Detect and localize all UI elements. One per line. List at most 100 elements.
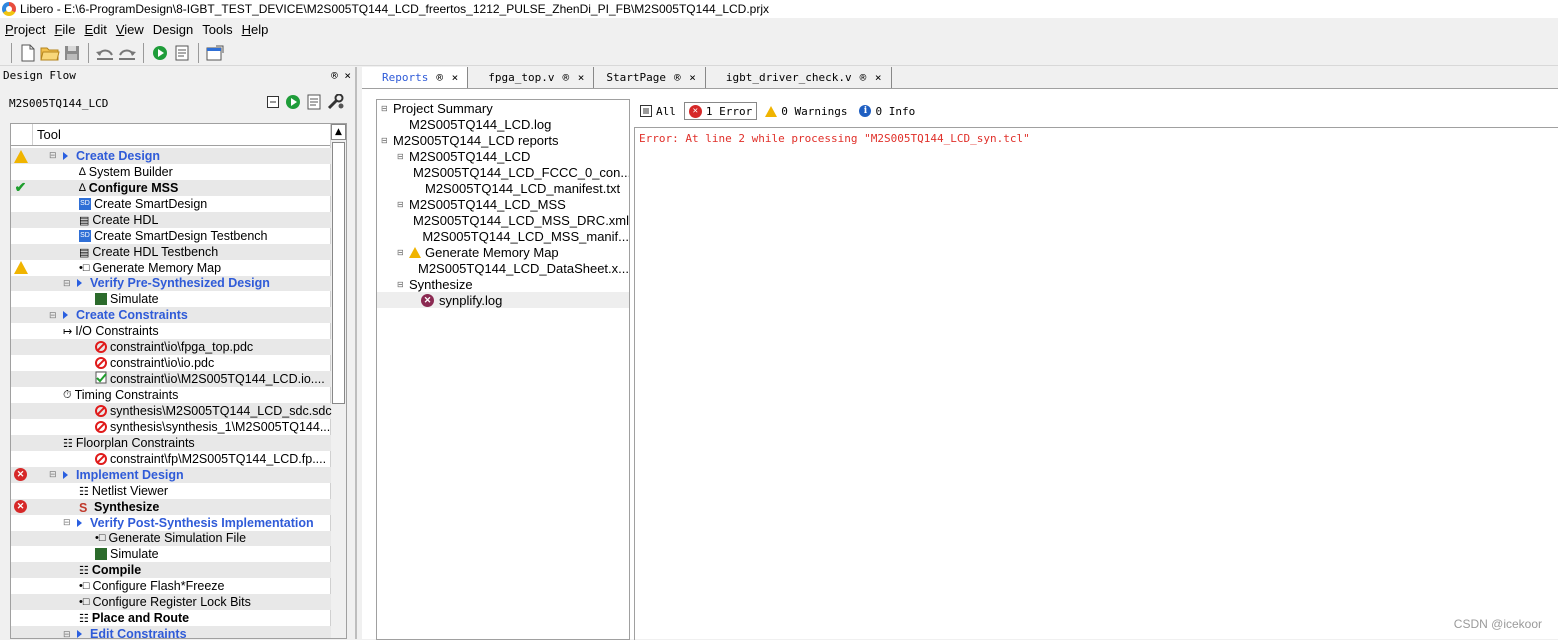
menu-file[interactable]: File	[49, 22, 79, 37]
expand-toggle-icon[interactable]: ⊟	[63, 278, 73, 289]
tool-row[interactable]: ⊟ Edit Constraints	[11, 626, 331, 638]
menu-project[interactable]: Project	[0, 22, 49, 37]
status-cell	[13, 308, 28, 322]
tool-row[interactable]: SD Create SmartDesign Testbench	[11, 228, 331, 244]
tool-row[interactable]: synthesis\synthesis_1\M2S005TQ144...	[11, 419, 331, 435]
tool-row[interactable]: ☷ Floorplan Constraints	[11, 434, 331, 451]
status-cell	[13, 595, 28, 609]
tool-row[interactable]: synthesis\M2S005TQ144_LCD_sdc.sdc	[11, 403, 332, 419]
expand-toggle-icon[interactable]: ⊟	[49, 310, 59, 321]
report-tree-node[interactable]: M2S005TQ144_LCD_FCCC_0_con...	[377, 164, 629, 180]
scroll-thumb[interactable]	[332, 142, 345, 404]
scroll-up-icon[interactable]: ▲	[331, 124, 346, 140]
menu-tools[interactable]: Tools	[197, 22, 236, 37]
tool-row[interactable]: constraint\io\M2S005TQ144_LCD.io....	[11, 371, 331, 388]
tool-row[interactable]: •□ Configure Flash*Freeze	[11, 578, 331, 594]
expand-toggle-icon[interactable]: ⊟	[49, 469, 59, 480]
detach-window-icon[interactable]	[204, 42, 226, 64]
report-icon[interactable]	[307, 94, 321, 113]
panel-window-controls[interactable]: ® ×	[331, 69, 351, 82]
report-tree-node[interactable]: ⊟ Synthesize	[377, 276, 629, 292]
new-file-icon[interactable]	[17, 42, 39, 64]
run-flow-icon[interactable]	[285, 94, 301, 113]
tool-row[interactable]: •□ Generate Memory Map	[11, 260, 331, 276]
report-tree-node[interactable]: ⊟ M2S005TQ144_LCD	[377, 148, 629, 164]
report-tree-node[interactable]: ⊟ M2S005TQ144_LCD_MSS	[377, 196, 629, 212]
tab-startpage[interactable]: StartPage ® ×	[594, 67, 706, 88]
report-node-label: Synthesize	[409, 276, 473, 292]
collapse-icon[interactable]: ⊟	[397, 200, 409, 209]
report-tree-node[interactable]: M2S005TQ144_LCD_DataSheet.x...	[377, 260, 629, 276]
tool-row[interactable]: ⊟ Create Constraints	[11, 307, 331, 324]
tab-igbt-driver-check[interactable]: igbt_driver_check.v ® ×	[706, 67, 892, 88]
menu-view[interactable]: View	[111, 22, 148, 37]
menu-edit[interactable]: Edit	[79, 22, 110, 37]
tool-row[interactable]: ⊟ Verify Pre-Synthesized Design	[11, 275, 331, 292]
report-icon[interactable]	[171, 42, 193, 64]
collapse-icon[interactable]: ⊟	[397, 248, 409, 257]
tool-row[interactable]: ⊟ Verify Post-Synthesis Implementation	[11, 515, 331, 531]
report-tree-node[interactable]: ⊟ M2S005TQ144_LCD reports	[377, 132, 629, 148]
tool-row[interactable]: •□ Generate Simulation File	[11, 530, 331, 547]
report-tree-node[interactable]: ⊟ Generate Memory Map	[377, 244, 629, 260]
tool-icon: ∆	[79, 181, 86, 194]
tool-tree-scrollbar[interactable]: ▲	[330, 124, 346, 638]
menu-design[interactable]: Design	[148, 22, 197, 37]
info-icon: i	[859, 105, 872, 117]
save-icon[interactable]	[61, 42, 83, 64]
tool-row[interactable]: constraint\io\fpga_top.pdc	[11, 339, 331, 356]
collapse-icon[interactable]: ⊟	[397, 280, 409, 289]
report-tree-node[interactable]: M2S005TQ144_LCD.log	[377, 116, 629, 132]
tool-row[interactable]: •□ Configure Register Lock Bits	[11, 594, 331, 611]
collapse-icon[interactable]: ⊟	[397, 152, 409, 161]
tool-row[interactable]: SD Create SmartDesign	[11, 196, 331, 212]
filter-error[interactable]: ✕ 1 Error	[683, 102, 758, 120]
tool-row[interactable]: ☷ Place and Route	[11, 610, 331, 626]
tool-row[interactable]: ☷ Compile	[11, 562, 331, 579]
expand-toggle-icon[interactable]: ⊟	[63, 629, 73, 638]
tool-row[interactable]: ✕ ⊟ Implement Design	[11, 466, 331, 483]
tool-row[interactable]: Simulate	[11, 291, 331, 307]
tool-row[interactable]: ▤ Create HDL	[11, 211, 331, 228]
undo-icon[interactable]	[94, 42, 116, 64]
tool-row[interactable]: ⊟ Create Design	[11, 148, 331, 164]
tool-row[interactable]: ☷ Netlist Viewer	[11, 483, 331, 499]
wrench-settings-icon[interactable]	[327, 93, 345, 113]
collapse-icon[interactable]: ⊟	[381, 136, 393, 145]
tool-icon: ↦	[63, 326, 73, 339]
filter-info[interactable]: i 0 Info	[855, 102, 919, 120]
collapse-icon[interactable]: ⊟	[381, 104, 393, 113]
collapse-icon[interactable]	[267, 95, 279, 111]
report-tree-node[interactable]: ✕ synplify.log	[377, 292, 629, 308]
report-tree-node[interactable]: ⊟ Project Summary	[377, 100, 629, 116]
tool-icon: ▤	[79, 214, 90, 227]
tab-reports[interactable]: Reports ® ×	[362, 67, 469, 88]
expand-toggle-icon[interactable]: ⊟	[63, 517, 73, 528]
redo-icon[interactable]	[116, 42, 138, 64]
tool-label: Create Constraints	[76, 308, 188, 323]
tool-row[interactable]: constraint\fp\M2S005TQ144_LCD.fp....	[11, 451, 331, 467]
tool-row[interactable]: ✕ S Synthesize	[11, 498, 331, 515]
run-icon[interactable]	[149, 42, 171, 64]
filter-warnings[interactable]: 0 Warnings	[761, 102, 851, 120]
report-tree-node[interactable]: M2S005TQ144_LCD_MSS_manif...	[377, 228, 629, 244]
error-message[interactable]: Error: At line 2 while processing "M2S00…	[639, 132, 1030, 145]
tool-label: Verify Post-Synthesis Implementation	[90, 515, 314, 530]
tool-row[interactable]: ⏱ Timing Constraints	[11, 387, 331, 403]
tool-row[interactable]: ▤ Create HDL Testbench	[11, 243, 331, 260]
triangle-icon	[63, 470, 68, 479]
tool-row[interactable]: ↦ I/O Constraints	[11, 323, 331, 339]
menu-help[interactable]: Help	[237, 22, 273, 37]
status-cell	[13, 292, 28, 306]
tool-row[interactable]: constraint\io\io.pdc	[11, 355, 331, 371]
report-tree-node[interactable]: M2S005TQ144_LCD_manifest.txt	[377, 180, 629, 196]
tool-row[interactable]: Simulate	[11, 546, 331, 562]
expand-toggle-icon[interactable]: ⊟	[49, 150, 59, 161]
status-cell	[13, 245, 28, 259]
open-folder-icon[interactable]	[39, 42, 61, 64]
filter-all[interactable]: All	[636, 102, 680, 120]
report-tree-node[interactable]: M2S005TQ144_LCD_MSS_DRC.xml	[377, 212, 629, 228]
tool-row[interactable]: ✔ ∆ Configure MSS	[11, 179, 331, 196]
tool-row[interactable]: ∆ System Builder	[11, 164, 331, 180]
tab-fpga-top[interactable]: fpga_top.v ® ×	[468, 67, 595, 88]
